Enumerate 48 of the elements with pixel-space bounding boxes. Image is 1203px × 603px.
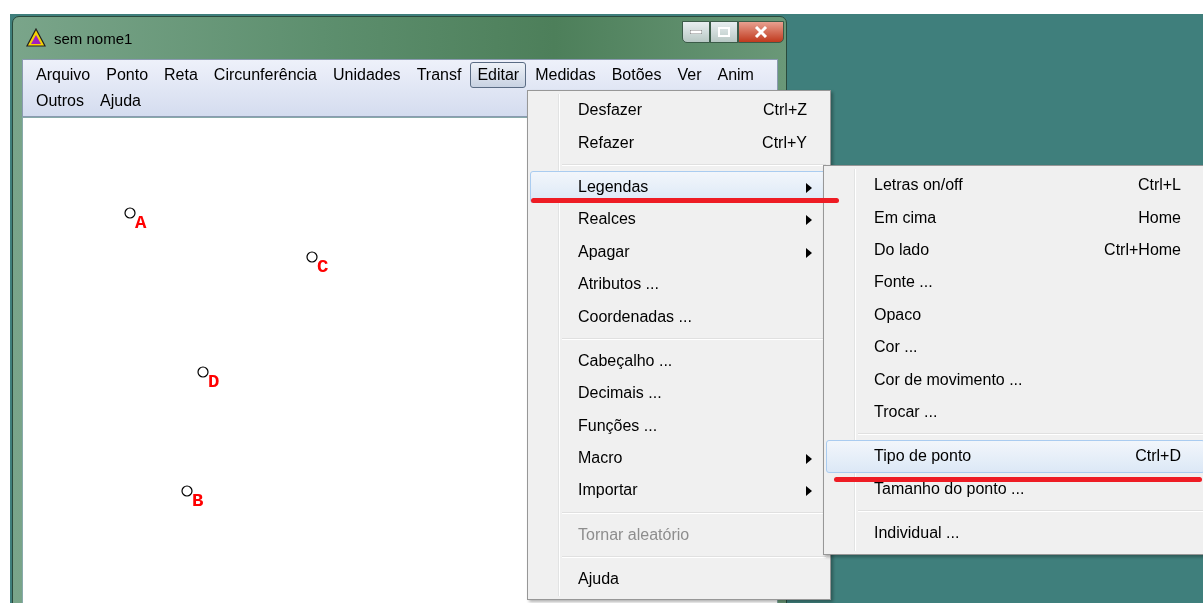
menu-bar-item[interactable]: Reta: [157, 62, 205, 88]
menu-item[interactable]: Tamanho do ponto ...: [826, 472, 1203, 505]
submenu-arrow-icon: [806, 453, 812, 464]
menu-item[interactable]: Individual ...: [826, 516, 1203, 550]
menu-item[interactable]: Opaco: [826, 298, 1203, 331]
menu-bar-item[interactable]: Outros: [29, 88, 91, 114]
menu-item[interactable]: Tipo de ponto Ctrl+D: [826, 440, 1203, 473]
window-title: sem nome1: [54, 29, 133, 47]
menu-bar-item[interactable]: Arquivo: [29, 62, 98, 88]
menu-item[interactable]: Do lado Ctrl+Home: [826, 233, 1203, 267]
menu-bar-item[interactable]: Botões: [604, 62, 669, 88]
point-label: B: [192, 492, 204, 511]
maximize-button[interactable]: [710, 21, 738, 43]
point-marker[interactable]: [197, 366, 209, 378]
menu-item[interactable]: Fonte ...: [826, 266, 1203, 299]
menu-bar-item[interactable]: Ajuda: [93, 88, 148, 114]
menu-bar-item[interactable]: Ver: [670, 62, 709, 88]
point-marker[interactable]: [124, 207, 136, 219]
minimize-button[interactable]: [682, 21, 710, 43]
menu-item[interactable]: Trocar ...: [826, 395, 1203, 429]
submenu-arrow-icon: [806, 182, 812, 193]
triangle-icon: [26, 28, 46, 48]
menu-item[interactable]: Cor ...: [826, 330, 1203, 364]
menu-bar-item[interactable]: Anim: [710, 62, 761, 88]
menu-bar-item[interactable]: Circunferência: [206, 62, 324, 88]
menu-bar-item[interactable]: Transf: [409, 62, 469, 88]
point-marker[interactable]: [306, 251, 318, 263]
submenu-arrow-icon: [806, 247, 812, 258]
menu-item[interactable]: Em cima Home: [826, 201, 1203, 234]
submenu-arrow-icon: [806, 486, 812, 497]
point-marker[interactable]: [181, 485, 193, 497]
submenu-arrow-icon: [806, 215, 812, 226]
point-label: A: [135, 214, 147, 233]
menu-item[interactable]: Desfazer Ctrl+Z: [530, 94, 828, 127]
restore-icon: [718, 27, 730, 37]
menu-bar-item[interactable]: Editar: [470, 62, 527, 88]
close-button[interactable]: [738, 21, 784, 43]
menu-bar-item[interactable]: Ponto: [99, 62, 156, 88]
menu-bar-item[interactable]: Medidas: [528, 62, 603, 88]
menu-item[interactable]: Refazer Ctrl+Y: [530, 126, 828, 159]
minimize-icon: [690, 30, 702, 34]
menu-bar-item[interactable]: Unidades: [326, 62, 408, 88]
menu-item[interactable]: Ajuda: [530, 563, 828, 596]
close-icon: [754, 26, 768, 38]
menu-item[interactable]: Letras on/off Ctrl+L: [826, 169, 1203, 202]
menu-item[interactable]: Cor de movimento ...: [826, 363, 1203, 396]
point-label: D: [208, 373, 220, 392]
point-label: C: [317, 258, 329, 277]
